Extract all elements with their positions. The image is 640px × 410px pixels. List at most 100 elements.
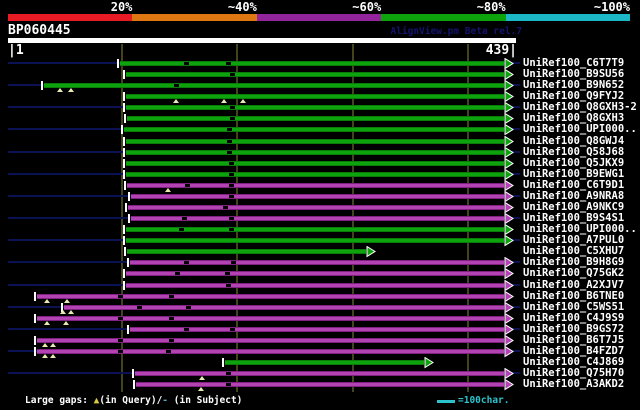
alignment-start-tick (122, 159, 125, 168)
alignment-start-tick (123, 181, 126, 190)
alignment-start-tick (121, 125, 124, 134)
alignment-start-tick (33, 292, 36, 301)
query-gap-triangle-icon (49, 343, 56, 347)
alignment-bar[interactable] (131, 194, 504, 199)
alignment-bar[interactable] (135, 382, 504, 387)
alignment-start-tick (122, 281, 125, 290)
alignment-start-tick (122, 92, 125, 101)
alignment-bar[interactable] (125, 94, 504, 99)
alignment-bar[interactable] (64, 305, 504, 310)
alignment-bar[interactable] (124, 127, 504, 132)
subject-gap-mark (183, 261, 189, 264)
alignment-bar[interactable] (125, 72, 504, 77)
subject-gap-mark (226, 372, 232, 375)
query-gap-triangle-icon (165, 188, 172, 192)
identity-scale-segment (505, 14, 630, 21)
large-gaps-legend: Large gaps: ▲(in Query)/- (in Subject) (25, 395, 242, 406)
alignment-bar[interactable] (119, 61, 504, 66)
alignment-bar[interactable] (126, 249, 366, 254)
subject-gap-mark (229, 117, 235, 120)
alignment-bar[interactable] (125, 150, 504, 155)
subject-gap-mark (228, 162, 234, 165)
alignment-start-tick (127, 325, 130, 334)
subject-gap-mark (227, 151, 233, 154)
alignment-bar[interactable] (125, 238, 504, 243)
alignment-bar[interactable] (36, 349, 504, 354)
subject-gap-mark (174, 84, 180, 87)
alignment-arrow-icon (504, 379, 514, 391)
identity-scale-label: ~40% (227, 0, 257, 14)
query-id-title: BP060445 (8, 23, 71, 38)
alignment-start-tick (122, 70, 125, 79)
app-version-title: AlignView.pm Beta rel.7 (390, 26, 522, 37)
alignment-bar[interactable] (36, 338, 504, 343)
alignment-bar[interactable] (125, 283, 504, 288)
alignment-bar[interactable] (43, 83, 504, 88)
subject-gap-mark (226, 284, 232, 287)
alignment-start-tick (221, 358, 224, 367)
subject-gap-mark (182, 217, 188, 220)
subject-gap-mark (227, 128, 233, 131)
alignment-start-tick (128, 192, 131, 201)
query-gap-triangle-icon (62, 321, 69, 325)
alignment-start-tick (124, 203, 127, 212)
alignment-bar[interactable] (224, 360, 425, 365)
alignment-bar[interactable] (127, 205, 504, 210)
alignment-bar[interactable] (125, 105, 504, 110)
alignment-start-tick (33, 336, 36, 345)
alignment-bar[interactable] (126, 183, 504, 188)
scale-ruler-label: =100char. (458, 395, 510, 406)
alignment-start-tick (132, 380, 135, 389)
query-gap-triangle-icon (220, 99, 227, 103)
subject-gap-mark (226, 62, 232, 65)
subject-gap-mark (117, 317, 123, 320)
alignment-start-tick (131, 369, 134, 378)
alignment-arrow-icon (504, 268, 514, 280)
subject-gap-mark (185, 306, 191, 309)
alignment-start-tick (122, 269, 125, 278)
alignment-arrow-icon (504, 346, 514, 358)
subject-gap-mark (183, 62, 189, 65)
alignment-bar[interactable] (126, 116, 504, 121)
alignment-bar[interactable] (36, 294, 504, 299)
alignment-start-tick (40, 81, 43, 90)
subject-label[interactable]: UniRef100_Q75GK2 (523, 268, 624, 279)
subject-gap-mark (227, 140, 233, 143)
subject-gap-mark (117, 295, 123, 298)
legend-subject-text: (in Subject) (168, 395, 243, 406)
alignment-bar[interactable] (125, 172, 504, 177)
alignment-bar[interactable] (36, 316, 504, 321)
legend-query-text: (in Query)/ (99, 395, 163, 406)
alignment-bar[interactable] (125, 139, 504, 144)
alignment-start-tick (122, 225, 125, 234)
alignment-bar[interactable] (125, 161, 504, 166)
subject-gap-mark (168, 339, 174, 342)
alignment-bar[interactable] (125, 271, 504, 276)
identity-scale-label: ~80% (476, 0, 506, 14)
query-gap-triangle-icon (240, 99, 247, 103)
subject-gap-mark (168, 317, 174, 320)
subject-gap-mark (228, 184, 234, 187)
alignment-start-tick (33, 347, 36, 356)
alignment-arrow-icon (366, 246, 376, 258)
subject-gap-mark (183, 328, 189, 331)
alignment-start-tick (122, 137, 125, 146)
identity-scale-segment (132, 14, 257, 21)
subject-label[interactable]: UniRef100_UPI000.. (523, 124, 637, 135)
subject-label[interactable]: UniRef100_A3AKD2 (523, 379, 624, 390)
identity-scale-label: ~60% (352, 0, 382, 14)
query-gap-triangle-icon (63, 299, 70, 303)
subject-gap-mark (117, 350, 123, 353)
alignment-start-tick (123, 114, 126, 123)
subject-gap-mark (228, 228, 234, 231)
query-gap-triangle-icon (49, 354, 56, 358)
alignment-bar[interactable] (134, 371, 504, 376)
query-gap-triangle-icon (198, 376, 205, 380)
alignment-start-tick (122, 236, 125, 245)
query-gap-triangle-icon (68, 310, 75, 314)
identity-scale-label: 20% (110, 0, 133, 14)
alignment-start-tick (33, 314, 36, 323)
identity-scale-segment (256, 14, 382, 21)
subject-gap-mark (229, 73, 235, 76)
subject-gap-mark (230, 261, 236, 264)
